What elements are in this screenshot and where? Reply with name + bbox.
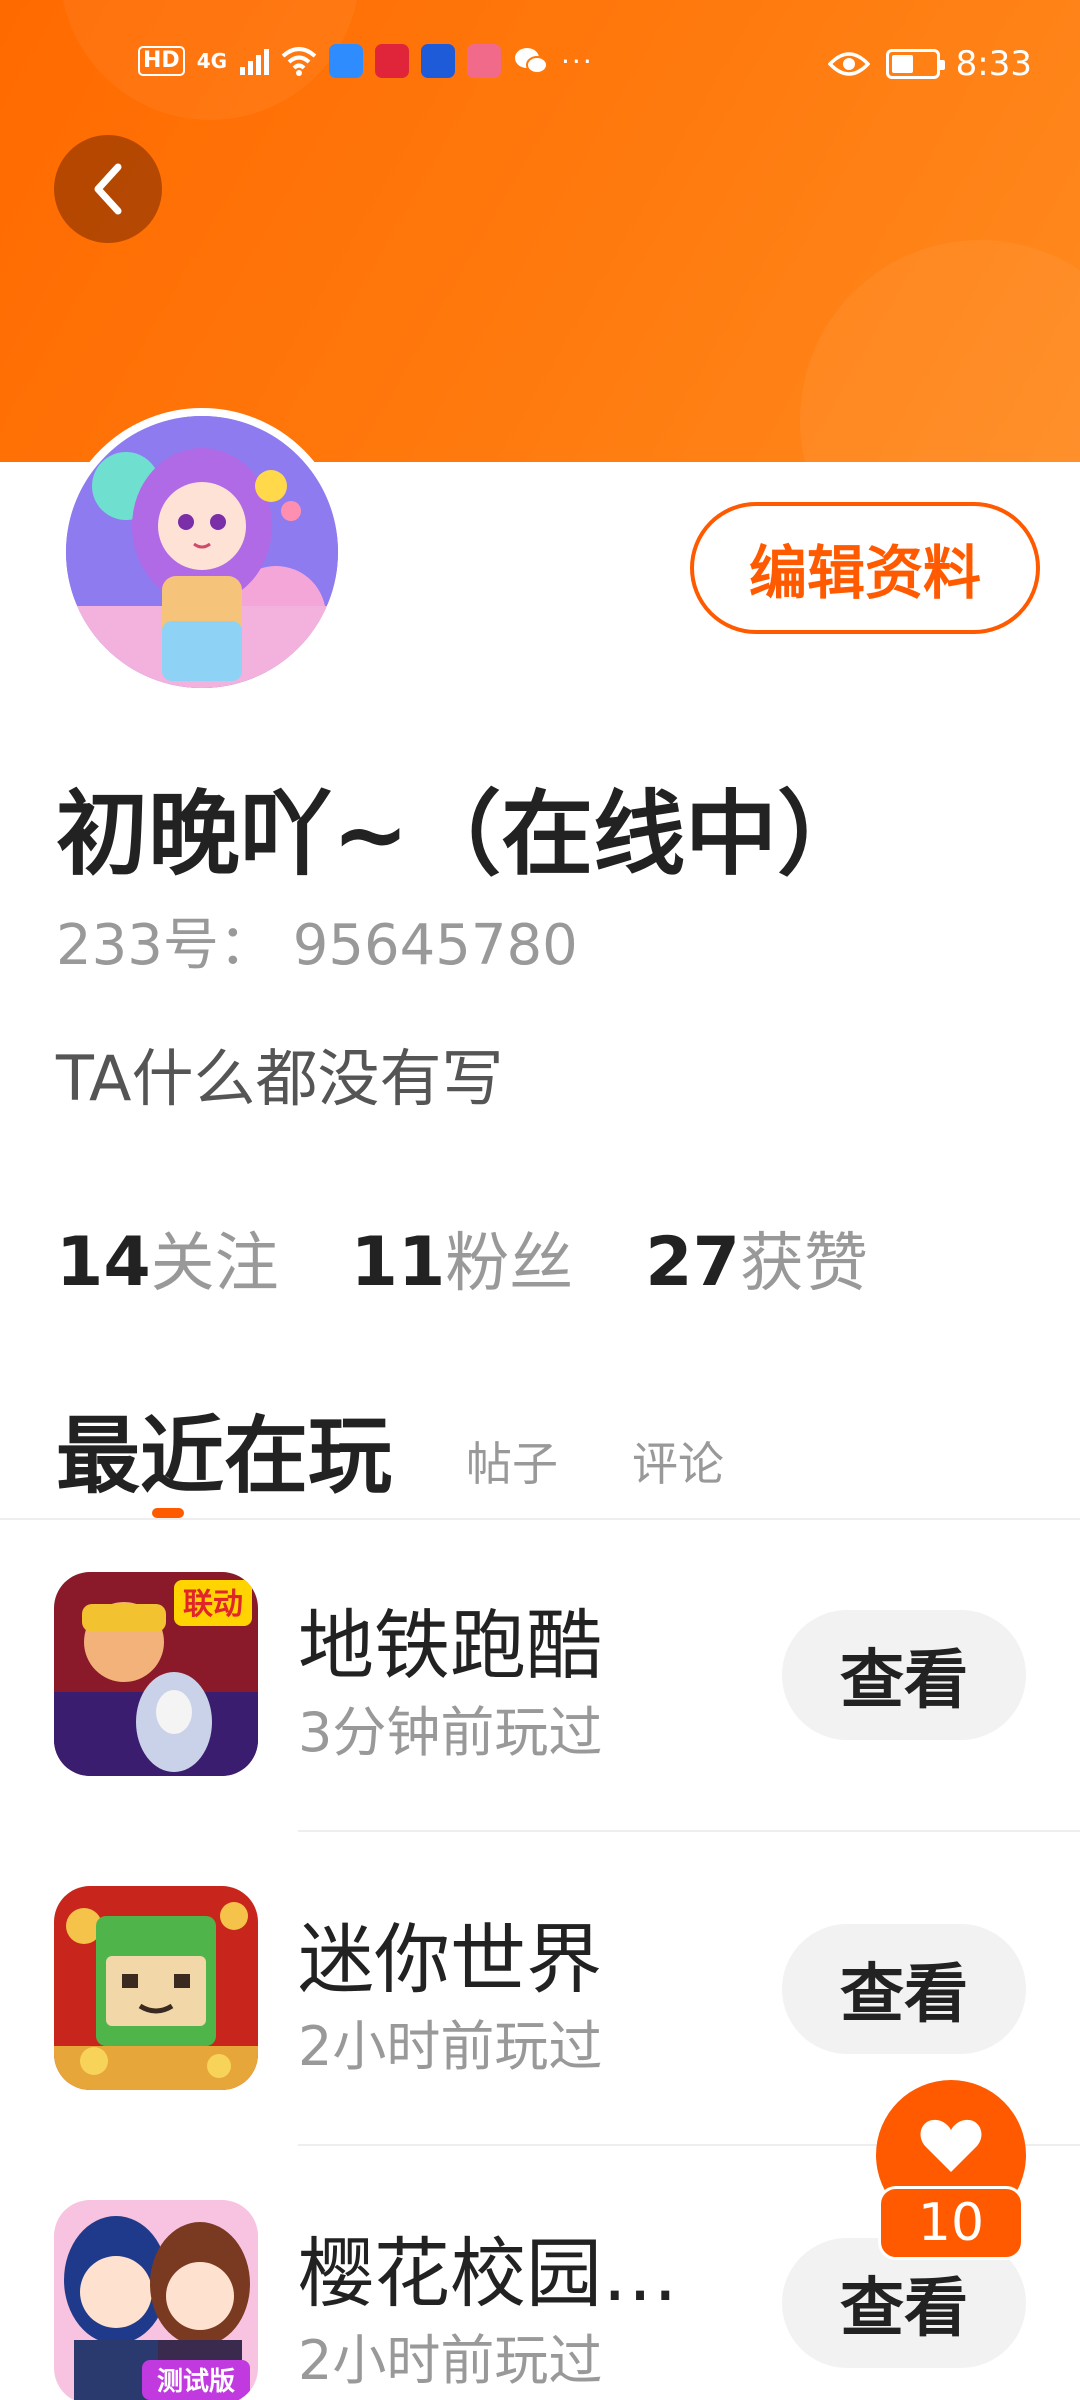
wifi-icon <box>281 47 317 76</box>
stat-likes[interactable]: 27获赞 <box>645 1212 868 1304</box>
stat-following[interactable]: 14关注 <box>56 1212 279 1304</box>
hd-icon: HD <box>138 46 185 76</box>
stat-label: 粉丝 <box>445 1227 574 1301</box>
profile-header-banner: HD 4G ··· 8:33 <box>0 0 1080 462</box>
wechat-icon <box>515 48 549 74</box>
game-name: 樱花校园… <box>298 2229 678 2318</box>
nickname: 初晚吖~（在线中） <box>56 781 870 888</box>
battery-level <box>891 55 913 73</box>
app-notification-icon <box>421 44 456 78</box>
edit-profile-button[interactable]: 编辑资料 <box>690 502 1040 634</box>
user-id: 233号： 95645780 <box>56 913 578 978</box>
stat-label: 关注 <box>150 1227 279 1301</box>
active-tab-indicator <box>152 1508 184 1518</box>
more-notifications-icon: ··· <box>561 44 594 78</box>
status-left: HD 4G ··· <box>138 44 594 78</box>
network-label: 4G <box>196 49 228 73</box>
app-notification-icon <box>329 44 364 78</box>
game-icon-sakura-school[interactable]: 测试版 <box>54 2200 258 2400</box>
tab-recently-played[interactable]: 最近在玩 <box>56 1389 392 1510</box>
header-decoration <box>800 240 1080 462</box>
beta-badge: 测试版 <box>157 2367 235 2397</box>
stat-followers[interactable]: 11粉丝 <box>351 1212 574 1304</box>
game-name: 地铁跑酷 <box>298 1601 602 1690</box>
eye-icon <box>827 52 870 76</box>
app-notification-icon <box>375 44 410 78</box>
last-played: 2小时前玩过 <box>298 2329 603 2392</box>
heart-icon <box>920 2119 982 2172</box>
stat-label: 获赞 <box>739 1227 868 1301</box>
stat-number: 11 <box>350 1223 446 1302</box>
signal-icon <box>240 49 270 75</box>
app-notification-icon <box>467 44 502 78</box>
game-icon-mini-world[interactable] <box>54 1886 258 2090</box>
last-played: 3分钟前玩过 <box>298 1701 603 1764</box>
divider <box>298 1830 1080 1832</box>
divider <box>0 1518 1080 1520</box>
view-button[interactable]: 查看 <box>782 1610 1026 1740</box>
mini-world-art <box>54 1886 258 2090</box>
back-button[interactable] <box>54 135 162 243</box>
avatar[interactable] <box>58 408 346 696</box>
clock: 8:33 <box>955 44 1032 84</box>
like-count-badge: 10 <box>878 2186 1024 2260</box>
last-played: 2小时前玩过 <box>298 2015 603 2078</box>
stat-number: 27 <box>645 1223 740 1302</box>
recent-games-list: 联动 地铁跑酷 3分钟前玩过 查看 迷你世界 2小时前玩过 查看 测试版 樱花校… <box>0 1562 1080 2400</box>
view-button[interactable]: 查看 <box>782 1924 1026 2054</box>
game-name: 迷你世界 <box>298 1915 602 2004</box>
list-item[interactable]: 联动 地铁跑酷 3分钟前玩过 查看 <box>0 1562 1080 1876</box>
collab-badge: 联动 <box>183 1587 243 1622</box>
chevron-left-icon <box>94 163 122 215</box>
sakura-school-art: 测试版 <box>54 2200 258 2400</box>
tab-posts[interactable]: 帖子 <box>466 1428 558 1494</box>
bio: TA什么都没有写 <box>56 1042 504 1115</box>
battery-icon <box>885 49 945 79</box>
tab-comments[interactable]: 评论 <box>632 1428 724 1494</box>
subway-surfers-art: 联动 <box>54 1572 258 1776</box>
status-bar: HD 4G ··· 8:33 <box>0 0 1080 130</box>
profile-stats: 14关注 11粉丝 27获赞 <box>56 1212 868 1304</box>
game-icon-subway-surfers[interactable]: 联动 <box>54 1572 258 1776</box>
content-tabs: 最近在玩 帖子 评论 <box>56 1390 724 1510</box>
stat-number: 14 <box>56 1223 151 1302</box>
status-right: 8:33 <box>827 44 1032 84</box>
avatar-illustration <box>66 416 338 688</box>
